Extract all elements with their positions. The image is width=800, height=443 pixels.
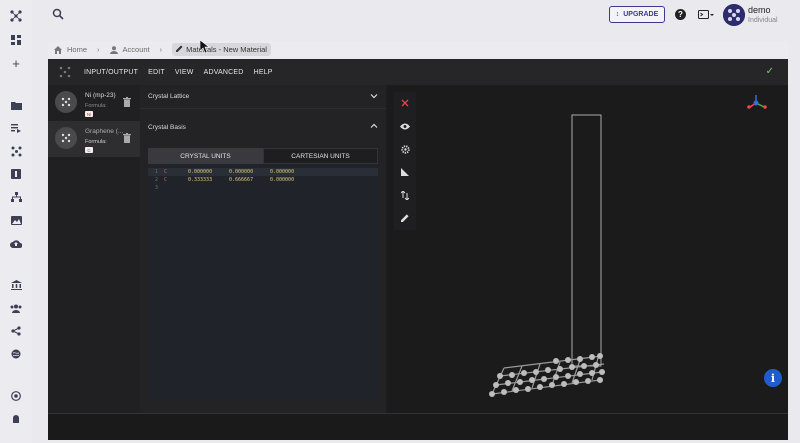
upload-icon[interactable] bbox=[10, 237, 22, 249]
chevron-right-icon: › bbox=[97, 45, 100, 54]
workflows-icon[interactable] bbox=[10, 122, 22, 134]
tab-cartesian-units[interactable]: CARTESIAN UNITS bbox=[263, 148, 378, 164]
material-thumbnail-icon bbox=[55, 91, 77, 113]
app-logo-icon[interactable] bbox=[10, 10, 22, 22]
team-icon[interactable] bbox=[10, 302, 22, 314]
terminal-icon[interactable] bbox=[698, 10, 714, 20]
folder-icon[interactable] bbox=[10, 99, 22, 111]
viewer-toolbar bbox=[394, 92, 416, 230]
coord-x: 0.000000 bbox=[188, 169, 213, 175]
menu-bar: INPUT/OUTPUT EDIT VIEW ADVANCED HELP ✓ bbox=[48, 59, 788, 85]
line-number: 2 bbox=[154, 177, 158, 183]
app-logo-icon[interactable] bbox=[58, 65, 72, 79]
coord-z: 0.000000 bbox=[270, 177, 295, 183]
jobs-icon[interactable] bbox=[10, 168, 22, 180]
bank-icon[interactable] bbox=[10, 279, 22, 291]
list-item[interactable]: Graphene (... Formula: C bbox=[48, 121, 140, 157]
projects-icon[interactable] bbox=[10, 191, 22, 203]
units-tabs: CRYSTAL UNITS CARTESIAN UNITS bbox=[148, 148, 378, 164]
menu-input-output[interactable]: INPUT/OUTPUT bbox=[84, 69, 138, 76]
crystal-basis-accordion[interactable]: Crystal Basis bbox=[140, 115, 386, 139]
code-row[interactable]: 1 C 0.000000 0.000000 0.000000 bbox=[148, 168, 378, 176]
info-icon: i bbox=[770, 371, 776, 385]
user-name[interactable]: demo bbox=[748, 5, 771, 15]
explore-icon[interactable] bbox=[10, 348, 22, 360]
images-icon[interactable] bbox=[10, 214, 22, 226]
pencil-icon bbox=[176, 45, 183, 52]
edit-icon[interactable] bbox=[400, 213, 410, 223]
basis-code-editor[interactable]: 1 C 0.000000 0.000000 0.000000 2 C 0.333… bbox=[148, 164, 378, 399]
element-symbol: C bbox=[164, 169, 168, 175]
status-bar bbox=[48, 413, 788, 440]
tab-crystal-units[interactable]: CRYSTAL UNITS bbox=[148, 148, 263, 164]
breadcrumb-account[interactable]: Account bbox=[123, 45, 150, 54]
menu-advanced[interactable]: ADVANCED bbox=[204, 69, 244, 76]
material-name: Ni (mp-23) bbox=[85, 92, 116, 99]
sort-icon[interactable] bbox=[400, 190, 410, 200]
settings-icon[interactable] bbox=[400, 144, 410, 154]
material-name: Graphene (... bbox=[85, 128, 124, 135]
axes-gizmo-icon bbox=[747, 95, 767, 109]
left-rail: + bbox=[0, 0, 32, 443]
add-icon[interactable]: + bbox=[10, 56, 22, 71]
crystal-structure-render bbox=[489, 95, 767, 397]
code-row[interactable]: 3 bbox=[148, 184, 378, 192]
mouse-cursor-icon bbox=[200, 40, 210, 54]
coord-z: 0.000000 bbox=[270, 169, 295, 175]
trash-icon[interactable] bbox=[123, 97, 131, 107]
structure-viewer[interactable] bbox=[388, 85, 788, 413]
materials-list: Ni (mp-23) Formula: Ni Graphene (... For… bbox=[48, 85, 140, 413]
close-icon[interactable] bbox=[400, 98, 410, 108]
home-icon[interactable] bbox=[54, 45, 62, 54]
line-number: 1 bbox=[154, 169, 158, 175]
menu-view[interactable]: VIEW bbox=[175, 69, 194, 76]
breadcrumb: Home › Account › Materials - New Materia… bbox=[48, 41, 788, 58]
measure-icon[interactable] bbox=[400, 167, 410, 177]
dashboard-icon[interactable] bbox=[10, 34, 22, 46]
upgrade-label: UPGRADE bbox=[623, 11, 659, 18]
avatar[interactable] bbox=[723, 4, 745, 26]
formula-badge: Ni bbox=[85, 111, 93, 117]
menu-help[interactable]: HELP bbox=[254, 69, 273, 76]
menu-edit[interactable]: EDIT bbox=[148, 69, 165, 76]
line-number: 3 bbox=[154, 185, 158, 191]
element-symbol: C bbox=[164, 177, 168, 183]
visibility-icon[interactable] bbox=[400, 121, 410, 131]
basis-editor-panel: Crystal Lattice Crystal Basis CRYSTAL UN… bbox=[140, 85, 386, 413]
chevron-down-icon bbox=[370, 94, 378, 99]
materials-icon[interactable] bbox=[10, 145, 22, 157]
material-editor-window: INPUT/OUTPUT EDIT VIEW ADVANCED HELP ✓ N… bbox=[48, 59, 788, 440]
upgrade-button[interactable]: ↕ UPGRADE bbox=[609, 6, 665, 23]
crystal-lattice-title: Crystal Lattice bbox=[148, 93, 190, 100]
coord-x: 0.333333 bbox=[188, 177, 213, 183]
trash-icon[interactable] bbox=[123, 133, 131, 143]
account-icon bbox=[109, 45, 118, 54]
check-icon: ✓ bbox=[765, 66, 774, 77]
crystal-basis-title: Crystal Basis bbox=[148, 123, 186, 131]
search-icon[interactable] bbox=[52, 8, 64, 20]
dropbox-icon[interactable] bbox=[10, 390, 22, 402]
info-button[interactable]: i bbox=[764, 369, 782, 387]
formula-label: Formula: bbox=[85, 139, 107, 145]
list-item[interactable]: Ni (mp-23) Formula: Ni bbox=[48, 85, 140, 121]
share-icon[interactable] bbox=[10, 325, 22, 337]
chevron-up-icon bbox=[370, 123, 378, 128]
formula-label: Formula: bbox=[85, 103, 107, 109]
formula-badge: C bbox=[85, 147, 93, 153]
user-plan: Individual bbox=[748, 17, 778, 24]
code-row[interactable]: 2 C 0.333333 0.666667 0.000000 bbox=[148, 176, 378, 184]
coord-y: 0.666667 bbox=[229, 177, 254, 183]
coord-y: 0.000000 bbox=[229, 169, 254, 175]
help-icon[interactable]: ? bbox=[675, 9, 686, 20]
material-thumbnail-icon bbox=[55, 127, 77, 149]
chevron-right-icon: › bbox=[159, 45, 163, 54]
crystal-lattice-accordion[interactable]: Crystal Lattice bbox=[140, 85, 386, 109]
support-icon[interactable] bbox=[10, 413, 22, 425]
breadcrumb-current-label: Materials - New Material bbox=[186, 45, 267, 54]
breadcrumb-home[interactable]: Home bbox=[67, 45, 87, 54]
upgrade-arrow-icon: ↕ bbox=[615, 11, 620, 18]
breadcrumb-current: Materials - New Material bbox=[172, 43, 271, 56]
